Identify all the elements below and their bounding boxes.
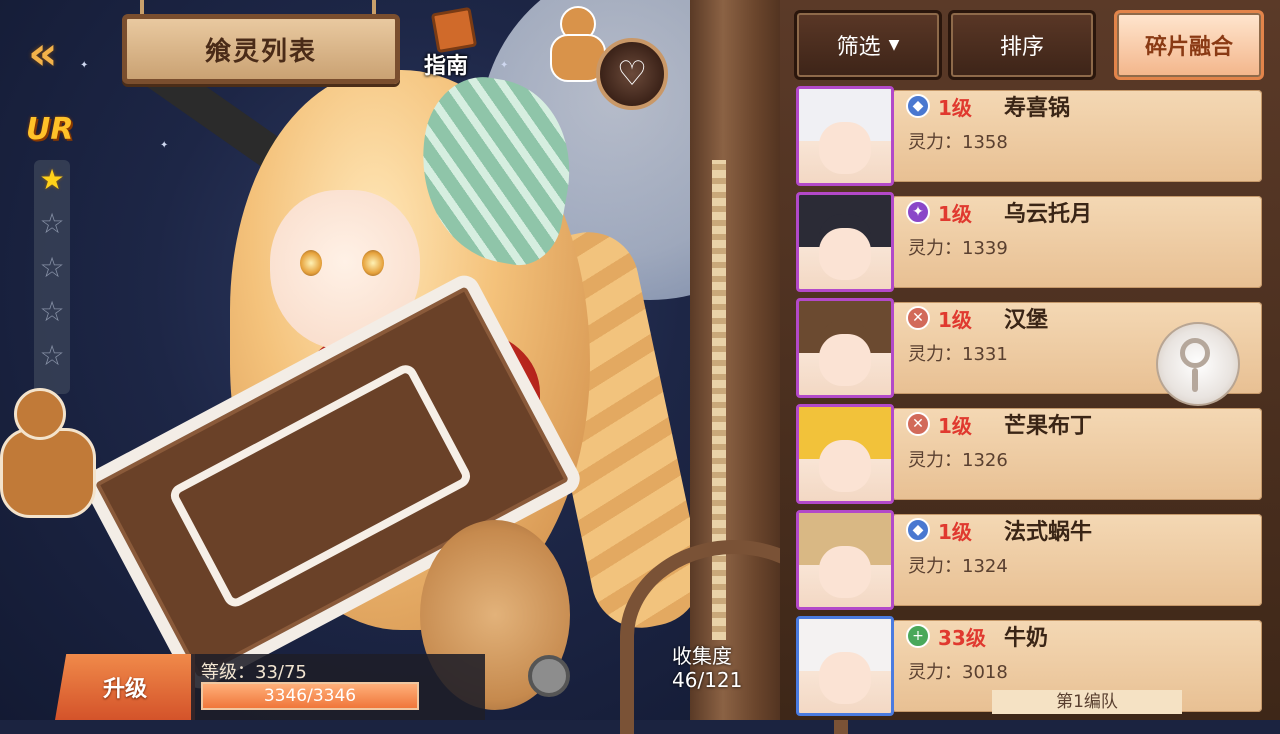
star-icon: ☆: [39, 295, 65, 328]
character-level: 1级: [938, 96, 972, 120]
character-name: 芒果布丁: [1004, 414, 1093, 439]
character-name: 乌云托月: [1004, 202, 1093, 227]
character-power: 灵力：1326: [908, 450, 1008, 471]
magnifier-handle: [1192, 368, 1198, 392]
gingerbread-decoration-icon: [0, 388, 100, 528]
character-power: 灵力：3018: [908, 662, 1008, 683]
role-shield-icon: ◆: [906, 94, 930, 118]
back-arrow-icon: «: [28, 26, 58, 80]
team-tag: 第1编队: [992, 690, 1182, 714]
character-power: 灵力：1324: [908, 556, 1008, 577]
fragment-fusion-button[interactable]: 碎片融合: [1114, 10, 1264, 80]
character-avatar: [796, 86, 894, 186]
magnifier-button[interactable]: [1156, 322, 1240, 406]
guide-button[interactable]: 指南: [424, 6, 484, 79]
avatar-face: [819, 651, 871, 704]
exp-bar: 3346/3346: [201, 682, 419, 710]
character-eye: [362, 250, 384, 276]
star-rating: ★ ☆ ☆ ☆ ☆: [34, 160, 70, 394]
sky-star: ✦: [160, 140, 169, 151]
character-avatar: [796, 298, 894, 398]
role-sword-icon: ✕: [906, 412, 930, 436]
collection-label: 收集度: [672, 644, 732, 668]
sky-star: ✦: [500, 60, 509, 71]
avatar-face: [819, 439, 871, 492]
level-bar: 升级 等级：33/75 3346/3346: [55, 654, 485, 720]
character-avatar: [796, 510, 894, 610]
character-level: 1级: [938, 308, 972, 332]
role-sword-icon: ✕: [906, 306, 930, 330]
sort-label: 排序: [999, 35, 1044, 60]
star-icon: ☆: [39, 339, 65, 372]
character-name: 汉堡: [1004, 308, 1049, 333]
frame-knob: [528, 655, 570, 697]
character-power: 灵力：1339: [908, 238, 1008, 259]
avatar-face: [819, 227, 871, 280]
collection-value: 46/121: [672, 668, 743, 692]
character-eye: [300, 250, 322, 276]
rarity-label: UR: [26, 112, 74, 147]
exp-text: 3346/3346: [263, 686, 357, 706]
character-card[interactable]: ◆ 1级 法式蜗牛 灵力：1324: [796, 510, 1266, 610]
fuse-label: 碎片融合: [1144, 35, 1233, 60]
magnifier-icon: [1180, 338, 1210, 368]
character-level: 1级: [938, 414, 972, 438]
star-icon: ★: [39, 163, 65, 196]
upgrade-button[interactable]: 升级: [55, 654, 195, 720]
page-title: 飨灵列表: [204, 36, 317, 67]
character-level: 33级: [938, 626, 986, 650]
role-shield-icon: ◆: [906, 518, 930, 542]
character-card[interactable]: ◆ 1级 寿喜锅 灵力：1358: [796, 86, 1266, 186]
page-title-board: 飨灵列表: [122, 14, 400, 84]
avatar-face: [819, 545, 871, 598]
star-icon: ☆: [39, 207, 65, 240]
character-level: 1级: [938, 520, 972, 544]
rarity-indicator: UR ★ ☆ ☆ ☆ ☆: [26, 112, 86, 394]
character-level: 1级: [938, 202, 972, 226]
level-text: 等级：33/75: [201, 662, 307, 683]
favorite-button[interactable]: ♡: [596, 38, 668, 110]
book-icon: [430, 6, 478, 54]
role-magic-icon: ✦: [906, 200, 930, 224]
filter-button[interactable]: 筛选 ▼: [794, 10, 942, 80]
guide-label: 指南: [424, 54, 469, 79]
character-card[interactable]: + 33级 牛奶 灵力：3018 第1编队: [796, 616, 1266, 716]
character-name: 法式蜗牛: [1004, 520, 1093, 545]
caret-down-icon: ▼: [888, 37, 900, 53]
star-icon: ☆: [39, 251, 65, 284]
character-avatar: [796, 616, 894, 716]
character-card[interactable]: ✦ 1级 乌云托月 灵力：1339: [796, 192, 1266, 292]
level-panel: 等级：33/75 3346/3346: [191, 654, 485, 720]
character-power: 灵力：1358: [908, 132, 1008, 153]
character-avatar: [796, 404, 894, 504]
filter-label: 筛选: [836, 35, 881, 60]
character-avatar: [796, 192, 894, 292]
back-button[interactable]: «: [28, 28, 108, 78]
role-heal-icon: +: [906, 624, 930, 648]
avatar-face: [819, 121, 871, 174]
character-card[interactable]: ✕ 1级 芒果布丁 灵力：1326: [796, 404, 1266, 504]
upgrade-label: 升级: [102, 677, 147, 702]
gingerbread-head: [14, 388, 66, 440]
sort-button[interactable]: 排序: [948, 10, 1096, 80]
avatar-face: [819, 333, 871, 386]
character-name: 寿喜锅: [1004, 96, 1071, 121]
gingerbread-body: [0, 428, 96, 518]
heart-icon: ♡: [616, 54, 648, 94]
character-power: 灵力：1331: [908, 344, 1008, 365]
character-name: 牛奶: [1004, 626, 1049, 651]
